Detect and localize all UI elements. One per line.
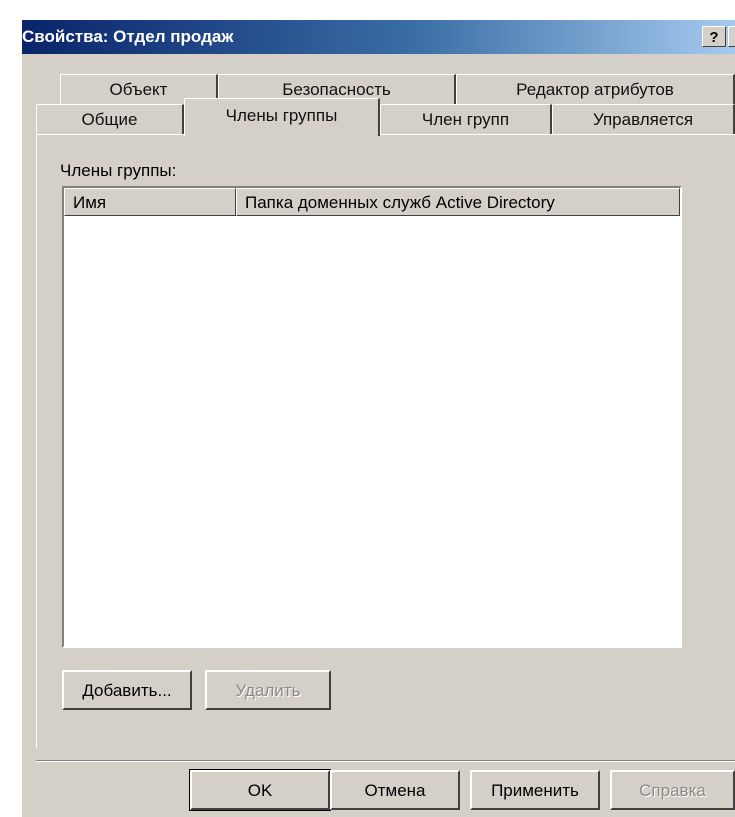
add-button[interactable]: Добавить... (62, 670, 192, 710)
tab-attribute-editor[interactable]: Редактор атрибутов (456, 74, 735, 104)
apply-button[interactable]: Применить (470, 770, 600, 810)
members-label: Члены группы: (60, 161, 177, 180)
help-button[interactable]: Справка (610, 770, 735, 810)
tab-managed-by[interactable]: Управляется (552, 104, 735, 134)
ok-button[interactable]: OK (189, 769, 331, 811)
tab-members[interactable]: Члены группы (184, 98, 380, 136)
tab-member-of[interactable]: Член групп (380, 104, 552, 134)
remove-button[interactable]: Удалить (205, 670, 331, 710)
help-icon[interactable]: ? (702, 26, 726, 47)
screen-border-left (0, 0, 22, 817)
properties-dialog: Свойства: Отдел продаж ? × Объект Безопа… (0, 0, 735, 817)
members-list[interactable]: Имя Папка доменных служб Active Director… (62, 186, 682, 648)
column-header-folder[interactable]: Папка доменных служб Active Directory (236, 188, 680, 216)
column-header-name[interactable]: Имя (64, 188, 236, 216)
window-title: Свойства: Отдел продаж (22, 27, 234, 46)
list-header: Имя Папка доменных служб Active Director… (64, 188, 680, 216)
tab-general[interactable]: Общие (36, 104, 184, 134)
footer-separator (36, 760, 735, 762)
close-icon[interactable]: × (728, 26, 735, 47)
cancel-button[interactable]: Отмена (330, 770, 460, 810)
screen-border-top (0, 0, 735, 20)
title-bar[interactable]: Свойства: Отдел продаж ? × (22, 20, 735, 54)
